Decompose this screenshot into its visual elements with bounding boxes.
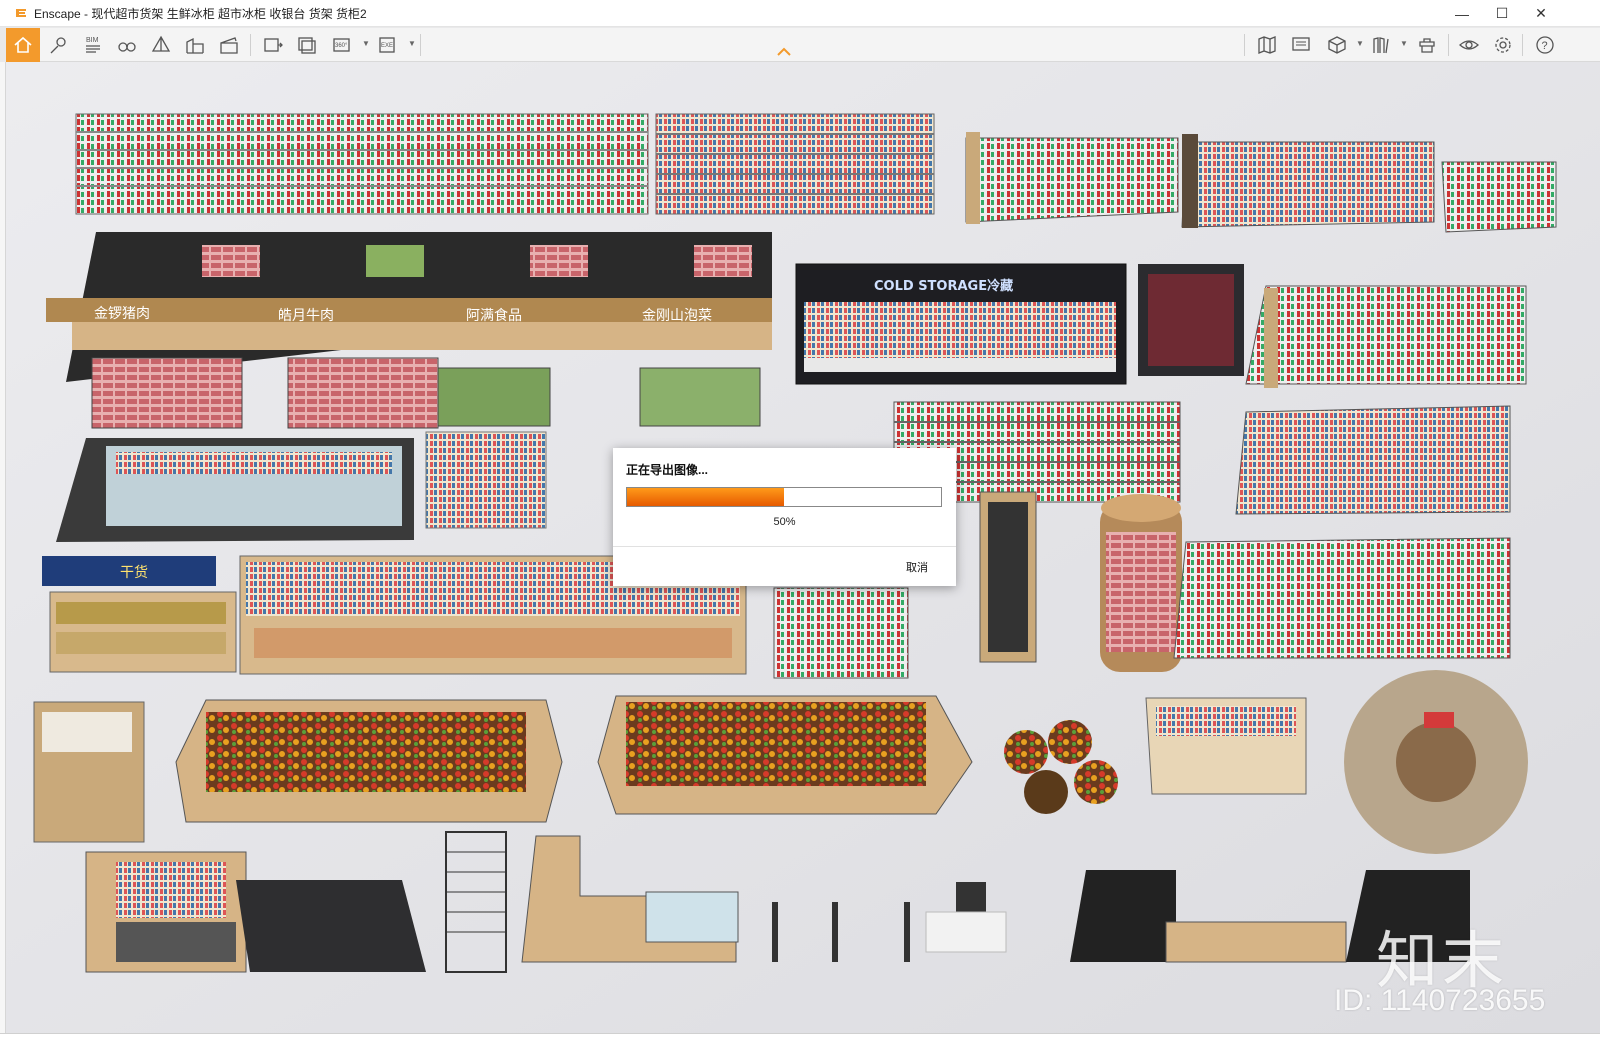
watermark-id: ID: 1140723655 [1334, 984, 1546, 1017]
home-button[interactable] [6, 28, 40, 62]
beverage-fridge [1138, 264, 1244, 376]
svg-text:BIM: BIM [86, 37, 99, 44]
settings-icon [1495, 37, 1511, 53]
clapper-icon [220, 37, 238, 54]
cashier-kiosk [979, 491, 1037, 663]
snack-display-table [1145, 697, 1307, 795]
svg-text:EXE: EXE [381, 43, 393, 49]
bim-button[interactable]: BIM [76, 28, 110, 62]
egg-crates [33, 701, 145, 843]
gondola-shelf-5 [1235, 405, 1511, 515]
batch-render-icon [298, 37, 316, 54]
gondola-shelf-3 [1245, 285, 1527, 388]
close-button[interactable]: ✕ [1521, 0, 1561, 27]
export-progress-percent: 50% [773, 516, 796, 528]
gondola-shelf-2 [1181, 134, 1435, 228]
vegetable-stand [175, 699, 563, 823]
assets-button[interactable] [1410, 28, 1444, 62]
panorama-button[interactable]: 360° [326, 28, 360, 62]
visibility-icon [1459, 40, 1479, 50]
maximize-button[interactable]: ☐ [1482, 0, 1522, 27]
buildings-icon [186, 37, 204, 54]
collapse-toolbar-chevron-icon[interactable] [776, 46, 792, 58]
bottom-status-strip [0, 1033, 1600, 1061]
toolbar-separator [250, 34, 251, 56]
canned-goods-shelf [773, 587, 909, 679]
end-cap-shelf [1441, 161, 1557, 233]
toolbar-separator [1522, 34, 1523, 56]
minimize-button[interactable]: — [1442, 0, 1482, 27]
help-button[interactable]: ? [1528, 28, 1562, 62]
export-exe-button[interactable]: EXE [372, 28, 406, 62]
batch-render-button[interactable] [290, 28, 324, 62]
panorama-dropdown-caret[interactable]: ▼ [362, 40, 370, 48]
screen-button[interactable] [1284, 28, 1318, 62]
library-button[interactable] [1364, 28, 1398, 62]
buildings-button[interactable] [178, 28, 212, 62]
svg-text:?: ? [1542, 40, 1548, 52]
cold-storage-sign: COLD STORAGE冷藏 [874, 278, 1013, 294]
video-editor-button[interactable] [212, 28, 246, 62]
fruit-stand [597, 695, 973, 815]
enscape-logo-icon [16, 9, 26, 17]
visibility-button[interactable] [1452, 28, 1486, 62]
shelf-row-top-left [75, 113, 649, 215]
perspective-icon [151, 35, 171, 52]
toolbar-separator [1448, 34, 1449, 56]
perspective-button[interactable] [144, 28, 178, 62]
cold-storage-fridge: COLD STORAGE冷藏 [795, 263, 1127, 385]
round-display-tower [1100, 494, 1182, 672]
title-bar: Enscape - 现代超市货架 生鲜冰柜 超市冰柜 收银台 货架 货柜2 — … [0, 0, 1600, 27]
export-progress-fill [627, 488, 784, 506]
bim-icon: BIM [86, 37, 100, 53]
assets-icon [1419, 38, 1435, 53]
dry-goods-bins: 干货 [42, 556, 237, 673]
counter-sign-food: 阿满食品 [466, 307, 522, 324]
binoculars-icon [118, 42, 136, 52]
library-icon [1373, 37, 1389, 54]
enscape-window: Enscape - 现代超市货架 生鲜冰柜 超市冰柜 收银台 货架 货柜2 — … [0, 0, 1600, 1061]
bakery-cabinet [85, 851, 247, 973]
window-title: Enscape - 现代超市货架 生鲜冰柜 超市冰柜 收银台 货架 货柜2 [34, 6, 367, 21]
cube-icon [1328, 36, 1346, 54]
render-image-icon [264, 38, 283, 52]
pallet-stack [425, 431, 547, 529]
panorama-360-icon: 360° [333, 38, 350, 52]
library-dropdown-caret[interactable]: ▼ [1400, 40, 1408, 48]
toolbar: BIM 360° ▼ EXE ▼ ▼ ▼ ? [6, 28, 1600, 62]
counter-sign-pork: 金锣猪肉 [94, 306, 150, 322]
help-icon: ? [1536, 36, 1554, 54]
storage-lockers [236, 880, 426, 972]
location-button[interactable] [42, 28, 76, 62]
render-image-button[interactable] [256, 28, 290, 62]
dry-goods-sign: 干货 [120, 564, 148, 581]
counter-sign-beef: 皓月牛肉 [278, 308, 334, 324]
cube-button[interactable] [1320, 28, 1354, 62]
home-icon [14, 36, 32, 53]
export-image-dialog: 正在导出图像... 50% 取消 [613, 448, 956, 586]
gondola-shelf-6 [1173, 537, 1511, 659]
svg-text:360°: 360° [335, 43, 348, 49]
settings-button[interactable] [1486, 28, 1520, 62]
export-progress-bar [626, 487, 942, 507]
counter-sign-kimchi: 金刚山泡菜 [642, 308, 712, 324]
gondola-shelf-1 [965, 132, 1179, 224]
map-icon [1258, 36, 1276, 54]
export-dropdown-caret[interactable]: ▼ [408, 40, 416, 48]
round-basket-display [1344, 670, 1528, 854]
shelf-row-top-middle [655, 113, 935, 215]
butcher-counter: 金锣猪肉 皓月牛肉 阿满食品 金刚山泡菜 [46, 232, 772, 429]
export-exe-icon: EXE [379, 37, 395, 53]
binoculars-button[interactable] [110, 28, 144, 62]
screen-icon [1292, 37, 1310, 51]
dialog-title: 正在导出图像... [626, 463, 709, 477]
location-pin-icon [50, 37, 66, 54]
cancel-button[interactable]: 取消 [906, 559, 928, 575]
map-button[interactable] [1250, 28, 1284, 62]
toolbar-separator [1244, 34, 1245, 56]
cube-dropdown-caret[interactable]: ▼ [1356, 40, 1364, 48]
dialog-divider [613, 546, 956, 547]
chest-freezer [56, 438, 414, 542]
toolbar-separator [420, 34, 421, 56]
